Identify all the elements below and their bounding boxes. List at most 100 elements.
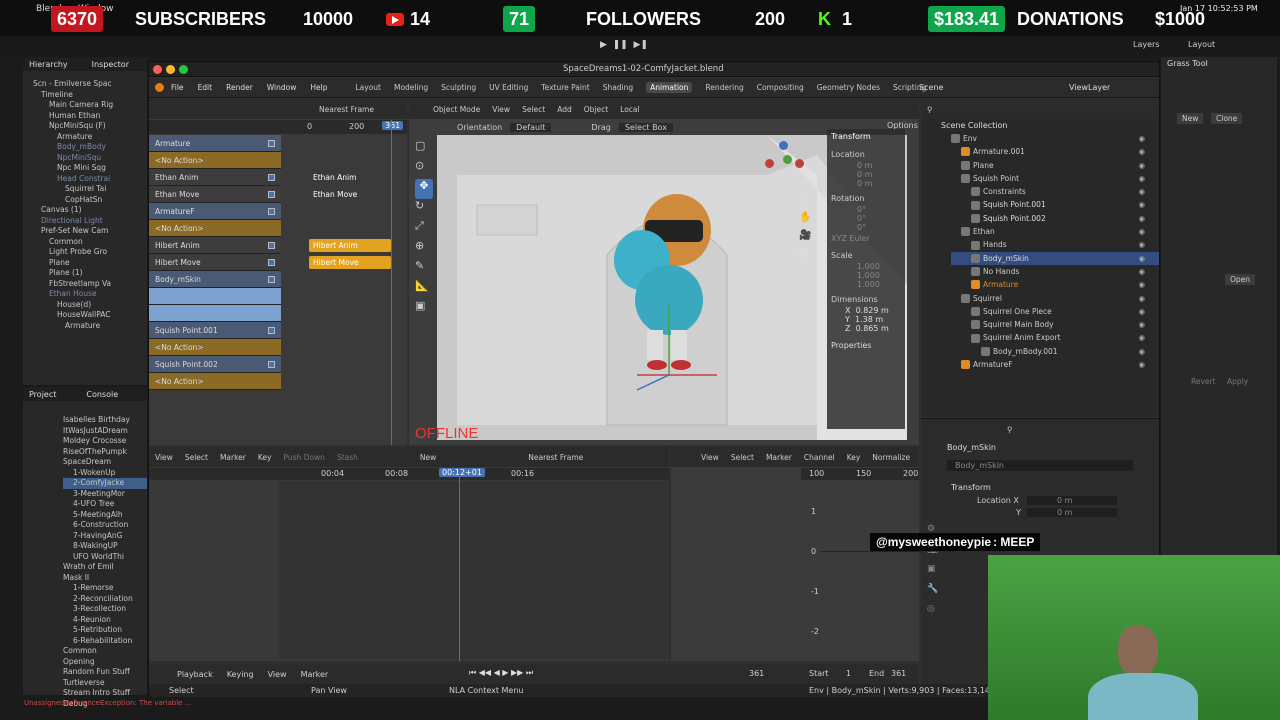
nla-channel-checkbox[interactable] — [268, 139, 275, 147]
project-folder[interactable]: 5-MeetingAlh — [63, 510, 147, 521]
outliner-item[interactable]: Squish Point ◉ — [951, 172, 1159, 185]
nla-channel[interactable]: Squish Point.002 — [149, 356, 281, 373]
location-x-field[interactable]: 0 m — [1027, 496, 1117, 505]
dim-y[interactable]: Y 1.38 m — [827, 315, 905, 324]
viewport-view-menu[interactable]: View — [492, 105, 510, 114]
nla-channel-checkbox[interactable] — [268, 207, 275, 215]
maximize-icon[interactable] — [179, 65, 188, 74]
nla-channel[interactable]: Armature — [149, 135, 281, 152]
layers-dropdown[interactable]: Layers — [1133, 40, 1159, 49]
hierarchy-item[interactable]: Human Ethan — [33, 111, 147, 122]
ge-marker-menu[interactable]: Marker — [766, 453, 792, 462]
object-tab-icon[interactable]: ▣ — [927, 559, 941, 579]
outliner-visibility-icon[interactable]: ◉ — [1138, 265, 1145, 278]
tab-texture-paint[interactable]: Texture Paint — [541, 83, 589, 92]
nla-channel-checkbox[interactable] — [268, 360, 275, 368]
nla-snap-mode[interactable]: Nearest Frame — [319, 105, 374, 114]
hierarchy-item[interactable]: Ethan House — [33, 289, 147, 300]
modifier-tab-icon[interactable]: 🔧 — [927, 579, 941, 599]
outliner-visibility-icon[interactable]: ◉ — [1138, 159, 1145, 172]
rot-y[interactable]: 0° — [827, 214, 905, 223]
outliner-item[interactable]: Ethan ◉ — [951, 225, 1159, 238]
scale-x[interactable]: 1.000 — [827, 262, 905, 271]
project-folder[interactable]: ItWasJustADream — [63, 426, 147, 437]
project-folder[interactable]: Opening — [63, 657, 147, 668]
scale-z[interactable]: 1.000 — [827, 280, 905, 289]
project-folder[interactable]: 3-MeetingMor — [63, 489, 147, 500]
nla-channel[interactable]: Hibert Anim — [149, 237, 281, 254]
play-controls[interactable]: ▶ ❚❚ ▶❚ — [600, 40, 660, 52]
physics-tab-icon[interactable]: ◎ — [927, 599, 941, 619]
hierarchy-item[interactable]: Head Constrai — [33, 174, 147, 185]
project-folder[interactable]: Isabelles Birthday — [63, 415, 147, 426]
project-folder[interactable]: 5-Retribution — [63, 625, 147, 636]
end-frame-field[interactable]: 361 — [891, 669, 906, 678]
nla-channel-checkbox[interactable] — [268, 190, 275, 198]
keying-menu[interactable]: Keying — [227, 670, 254, 679]
drag-dropdown[interactable]: Select Box — [618, 123, 673, 132]
console-error-status[interactable]: UnassignedReferenceException: The variab… — [24, 699, 724, 707]
hierarchy-item[interactable]: NpcMiniSqu — [33, 153, 147, 164]
timeline-view-menu[interactable]: View — [268, 670, 287, 679]
outliner-item[interactable]: Body_mSkin ◉ — [951, 251, 1159, 265]
ds-view-menu[interactable]: View — [155, 453, 173, 462]
tab-sculpting[interactable]: Sculpting — [441, 83, 476, 92]
menu-edit[interactable]: Edit — [198, 83, 213, 92]
hierarchy-item[interactable]: HouseWallPAC — [33, 310, 147, 321]
outliner-item[interactable]: Squirrel Anim Export ◉ — [951, 331, 1159, 344]
ge-key-menu[interactable]: Key — [847, 453, 861, 462]
ge-channel-menu[interactable]: Channel — [804, 453, 835, 462]
outliner-item[interactable]: Squirrel ◉ — [951, 292, 1159, 305]
outliner-item[interactable]: Squirrel Main Body ◉ — [951, 318, 1159, 331]
menu-window[interactable]: Window — [267, 83, 297, 92]
add-cube-tool-icon[interactable]: ▣ — [415, 299, 433, 319]
loc-y[interactable]: 0 m — [827, 170, 905, 179]
hierarchy-item[interactable]: Light Probe Gro — [33, 247, 147, 258]
open-button[interactable]: Open — [1225, 274, 1256, 285]
timeline-marker-menu[interactable]: Marker — [301, 670, 329, 679]
dim-z[interactable]: Z 0.865 m — [827, 324, 905, 333]
nla-playhead[interactable] — [391, 120, 392, 445]
nla-strip[interactable]: Hibert Move — [309, 256, 391, 269]
menu-file[interactable]: File — [171, 83, 184, 92]
properties-search-icon[interactable]: ⚲ — [1007, 425, 1013, 434]
loc-x[interactable]: 0 m — [827, 161, 905, 170]
nla-channel[interactable]: Ethan Anim — [149, 169, 281, 186]
dim-x[interactable]: X 0.829 m — [827, 306, 905, 315]
ortho-icon[interactable]: ▦ — [799, 245, 811, 263]
outliner-visibility-icon[interactable]: ◉ — [1138, 198, 1145, 211]
hierarchy-item[interactable]: Main Camera Rig — [33, 100, 147, 111]
hierarchy-item[interactable]: Body_mBody — [33, 142, 147, 153]
nla-channel[interactable]: ArmatureF — [149, 203, 281, 220]
ds-playhead[interactable] — [459, 468, 460, 661]
scene-selector[interactable]: Scene — [919, 83, 943, 92]
project-folder[interactable]: 2-ComfyJacke — [63, 478, 147, 489]
tab-hierarchy[interactable]: Hierarchy — [29, 60, 68, 69]
revert-button[interactable]: Revert — [1191, 377, 1216, 386]
project-folder[interactable]: Random Fun Stuff — [63, 667, 147, 678]
tab-modeling[interactable]: Modeling — [394, 83, 428, 92]
pan-icon[interactable]: ✋ — [799, 209, 811, 227]
orientation-dropdown[interactable]: Default — [510, 123, 552, 132]
nla-channel[interactable] — [149, 288, 281, 305]
outliner-filter-icon[interactable]: ⚲ — [927, 105, 933, 114]
outliner-visibility-icon[interactable]: ◉ — [1138, 145, 1145, 158]
layout-dropdown[interactable]: Layout — [1188, 40, 1215, 49]
project-folder[interactable]: 8-WakingUP — [63, 541, 147, 552]
tab-console[interactable]: Console — [86, 390, 118, 399]
rot-x[interactable]: 0° — [827, 205, 905, 214]
hierarchy-item[interactable]: Canvas (1) — [33, 205, 147, 216]
ge-view-menu[interactable]: View — [701, 453, 719, 462]
nla-strip[interactable]: Ethan Anim — [309, 171, 391, 184]
zoom-icon[interactable]: ⚲ — [799, 191, 811, 209]
outliner-visibility-icon[interactable]: ◉ — [1138, 345, 1145, 358]
project-folder[interactable]: 6-Rehabilitation — [63, 636, 147, 647]
outliner-item[interactable]: ArmatureF ◉ — [951, 358, 1159, 371]
tab-inspector[interactable]: Inspector — [92, 60, 129, 69]
scale-y[interactable]: 1.000 — [827, 271, 905, 280]
menu-help[interactable]: Help — [310, 83, 327, 92]
ds-marker-menu[interactable]: Marker — [220, 453, 246, 462]
nla-current-frame[interactable]: 361 — [382, 121, 404, 130]
outliner-visibility-icon[interactable]: ◉ — [1138, 225, 1145, 238]
nla-channel-checkbox[interactable] — [268, 326, 275, 334]
